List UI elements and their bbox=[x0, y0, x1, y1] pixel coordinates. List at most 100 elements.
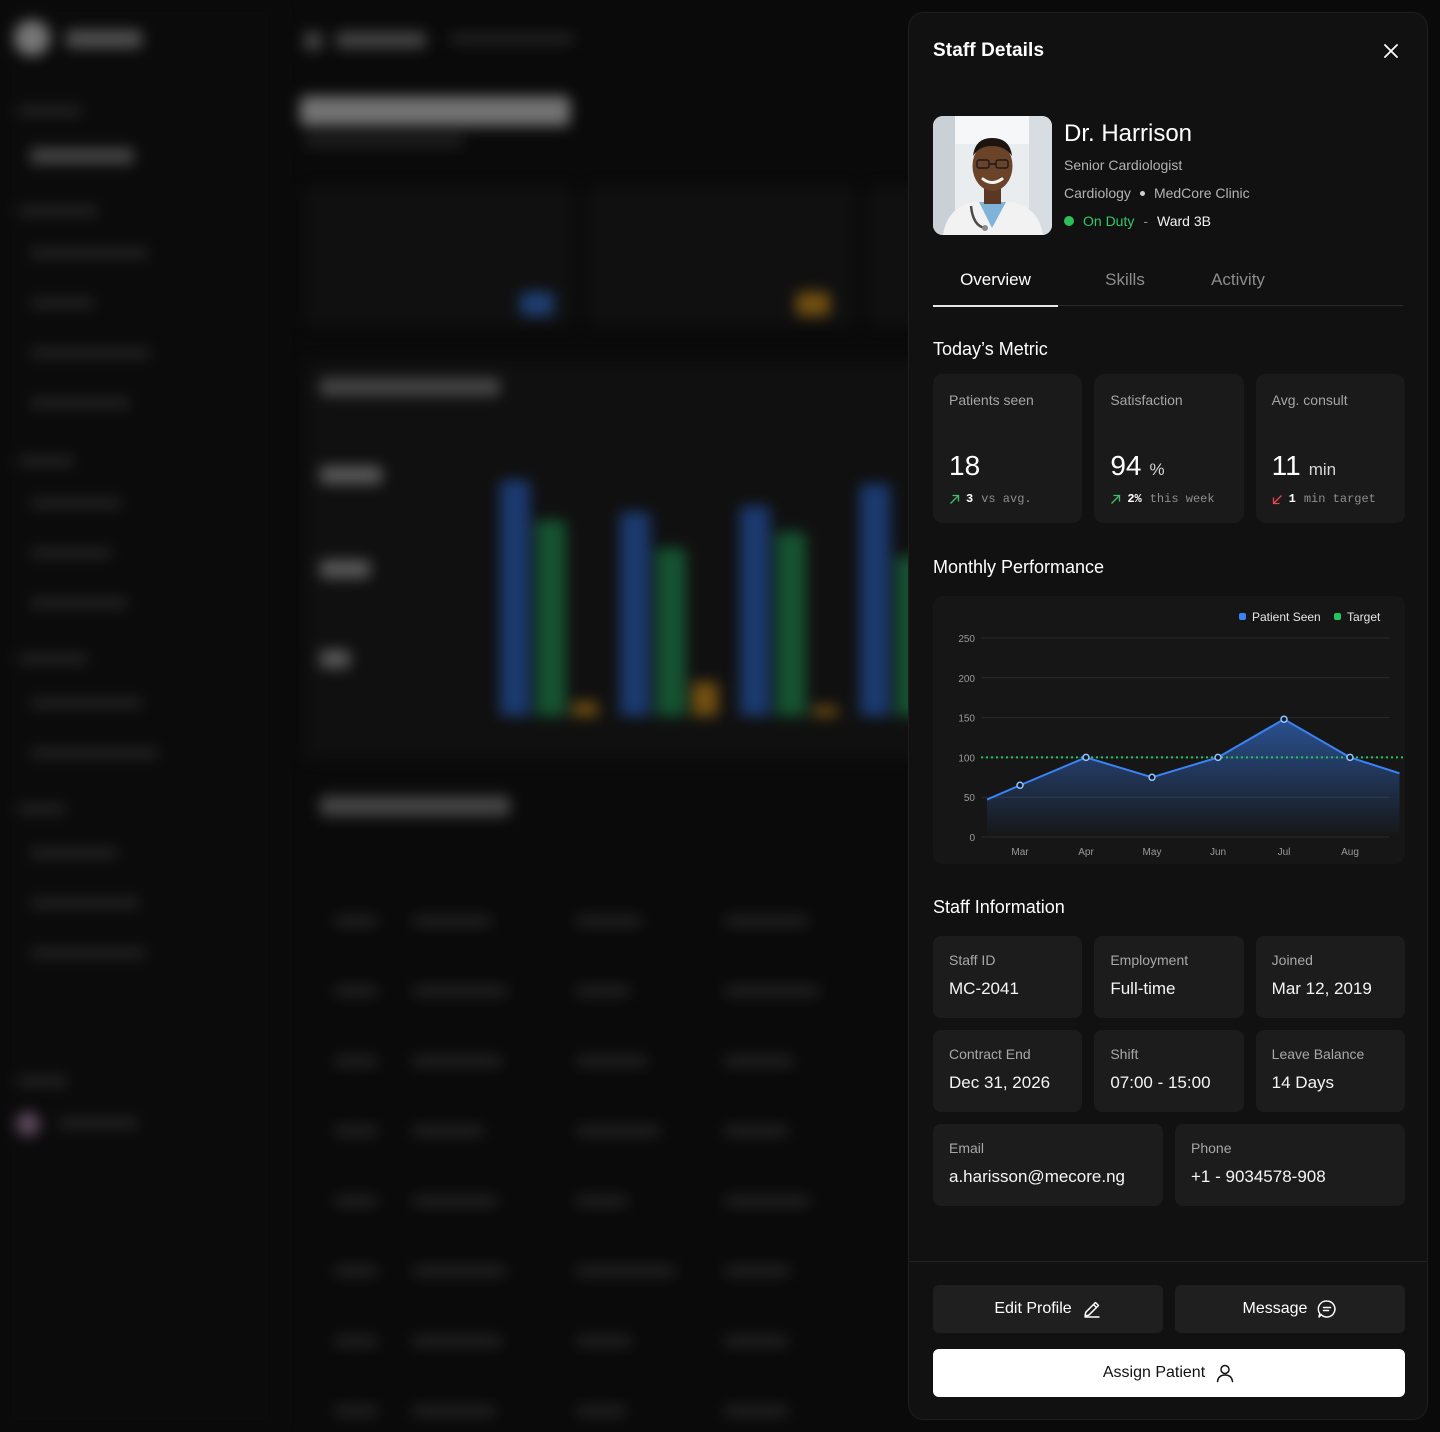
performance-chart-svg: 250 200 150 100 50 0 Mar Apr May Jun Jul Aug Patient… bbox=[958, 610, 1405, 858]
tab-skills[interactable]: Skills bbox=[1058, 270, 1192, 306]
todays-metric-title: Today’s Metric bbox=[933, 339, 1048, 359]
data-point bbox=[1148, 773, 1156, 782]
info-value[interactable]: a.harisson@mecore.ng bbox=[949, 1167, 1147, 1187]
metric-delta-value: 1 bbox=[1288, 492, 1296, 506]
metric-card-satisfaction: Satisfaction 94 % 2% this week bbox=[1094, 374, 1244, 523]
metric-card-patients-seen: Patients seen 18 3 vs avg. bbox=[933, 374, 1083, 523]
metrics-row: Patients seen 18 3 vs avg. Satisfaction … bbox=[933, 374, 1405, 523]
message-button[interactable]: Message bbox=[1175, 1285, 1405, 1333]
info-card-phone: Phone +1 - 9034578-908 bbox=[1175, 1124, 1405, 1206]
y-tick-label: 150 bbox=[958, 714, 975, 725]
info-value: MC-2041 bbox=[949, 979, 1019, 998]
x-tick-label: Aug bbox=[1341, 847, 1359, 858]
assign-patient-button[interactable]: Assign Patient bbox=[933, 1349, 1405, 1397]
trend-down-icon bbox=[1272, 494, 1282, 504]
metric-label: Satisfaction bbox=[1110, 392, 1183, 408]
metric-card-avg-consult: Avg. consult 11 min 1 min target bbox=[1255, 374, 1405, 523]
info-card-employment: Employment Full-time bbox=[1094, 936, 1244, 1018]
close-button[interactable] bbox=[1379, 39, 1403, 63]
metric-value: 18 bbox=[949, 450, 988, 482]
metric-value: 11 min bbox=[1272, 450, 1336, 482]
staff-status-line: On Duty - Ward 3B bbox=[1064, 212, 1250, 230]
background-logo-text bbox=[66, 30, 142, 48]
info-card-contract-end: Contract End Dec 31, 2026 bbox=[933, 1030, 1083, 1112]
monthly-performance-chart: 250 200 150 100 50 0 Mar Apr May Jun Jul Aug Patient… bbox=[933, 596, 1405, 864]
staff-department-line: Cardiology MedCore Clinic bbox=[1064, 184, 1250, 202]
data-point bbox=[1280, 715, 1288, 723]
info-value: Mar 12, 2019 bbox=[1271, 979, 1372, 998]
tab-overview[interactable]: Overview bbox=[933, 270, 1058, 307]
info-value: Full-time bbox=[1110, 979, 1176, 998]
legend-swatch bbox=[1239, 613, 1246, 620]
data-point bbox=[1082, 753, 1090, 762]
tab-bar: Overview Skills Activity bbox=[933, 270, 1403, 307]
info-label: Phone bbox=[1191, 1140, 1232, 1156]
trend-up-icon bbox=[950, 494, 960, 504]
metric-delta: 1 min target bbox=[1272, 492, 1376, 506]
tab-activity[interactable]: Activity bbox=[1192, 270, 1284, 306]
status-badge: On Duty bbox=[1083, 213, 1135, 229]
info-card-email: Email a.harisson@mecore.ng bbox=[933, 1124, 1163, 1206]
x-tick-label: Jul bbox=[1278, 847, 1291, 858]
info-card-staff-id: Staff ID MC-2041 bbox=[933, 936, 1083, 1018]
metric-value: 94 % bbox=[1110, 450, 1164, 482]
y-tick-label: 200 bbox=[958, 674, 975, 685]
data-point bbox=[1346, 753, 1354, 762]
metric-unit: % bbox=[1149, 460, 1165, 479]
edit-profile-button[interactable]: Edit Profile bbox=[933, 1285, 1163, 1333]
metric-delta-text: vs avg. bbox=[981, 492, 1032, 506]
metric-label: Avg. consult bbox=[1271, 392, 1348, 408]
info-value[interactable]: +1 - 9034578-908 bbox=[1191, 1167, 1389, 1187]
staff-clinic: MedCore Clinic bbox=[1153, 185, 1250, 201]
y-tick-label: 100 bbox=[958, 753, 975, 764]
avatar bbox=[933, 116, 1052, 235]
x-tick-label: Jun bbox=[1210, 847, 1226, 858]
legend-swatch bbox=[1334, 613, 1341, 620]
x-tick-label: May bbox=[1143, 847, 1162, 858]
legend-label: Patient Seen bbox=[1252, 610, 1321, 624]
metric-delta-text: min target bbox=[1303, 492, 1376, 506]
profile-summary: Dr. Harrison Senior Cardiologist Cardiol… bbox=[933, 116, 1403, 236]
metric-delta: 3 vs avg. bbox=[949, 492, 1032, 506]
metric-delta-value: 3 bbox=[966, 492, 974, 506]
status-separator: - bbox=[1143, 213, 1149, 229]
background-logo bbox=[14, 20, 50, 56]
chat-icon bbox=[1318, 1300, 1337, 1318]
trend-up-icon bbox=[1111, 494, 1121, 504]
staff-ward: Ward 3B bbox=[1157, 213, 1211, 229]
close-icon bbox=[1384, 44, 1398, 58]
info-card-leave-balance: Leave Balance 14 Days bbox=[1255, 1030, 1405, 1112]
user-icon bbox=[1216, 1364, 1234, 1383]
metric-number: 94 bbox=[1110, 450, 1142, 481]
assign-patient-label: Assign Patient bbox=[1102, 1364, 1206, 1381]
footer-divider bbox=[909, 1261, 1427, 1262]
background-sidebar bbox=[0, 0, 280, 1432]
metric-unit: min bbox=[1308, 460, 1337, 479]
info-label: Employment bbox=[1110, 952, 1189, 968]
y-tick-label: 0 bbox=[969, 833, 975, 844]
x-tick-label: Apr bbox=[1078, 847, 1094, 858]
staff-info-row-1: Staff ID MC-2041 Employment Full-time Jo… bbox=[933, 936, 1405, 1018]
info-card-shift: Shift 07:00 - 15:00 bbox=[1094, 1030, 1244, 1112]
y-tick-label: 50 bbox=[964, 793, 976, 804]
background-greeting bbox=[300, 96, 570, 126]
status-indicator-icon bbox=[1064, 216, 1074, 226]
staff-department: Cardiology bbox=[1064, 185, 1131, 201]
metric-delta-value: 2% bbox=[1127, 492, 1142, 506]
x-tick-label: Mar bbox=[1011, 847, 1029, 858]
patient-seen-area bbox=[987, 719, 1400, 837]
edit-profile-label: Edit Profile bbox=[994, 1300, 1072, 1317]
info-label: Shift bbox=[1110, 1046, 1139, 1062]
staff-name: Dr. Harrison bbox=[1064, 120, 1193, 147]
info-label: Staff ID bbox=[949, 952, 996, 968]
staff-info-row-2: Contract End Dec 31, 2026 Shift 07:00 - … bbox=[933, 1030, 1405, 1112]
staff-info-row-3: Email a.harisson@mecore.ng Phone +1 - 90… bbox=[933, 1124, 1405, 1206]
legend-label: Target bbox=[1347, 610, 1381, 624]
metric-number: 18 bbox=[949, 450, 981, 481]
separator-dot bbox=[1139, 190, 1145, 196]
staff-details-panel: Staff Details Dr. Harrison Senior Cardio… bbox=[908, 12, 1428, 1420]
metric-label: Patients seen bbox=[949, 392, 1034, 408]
action-row: Edit Profile Message bbox=[933, 1285, 1405, 1333]
metric-number: 11 bbox=[1271, 450, 1301, 481]
info-label: Contract End bbox=[949, 1046, 1031, 1062]
